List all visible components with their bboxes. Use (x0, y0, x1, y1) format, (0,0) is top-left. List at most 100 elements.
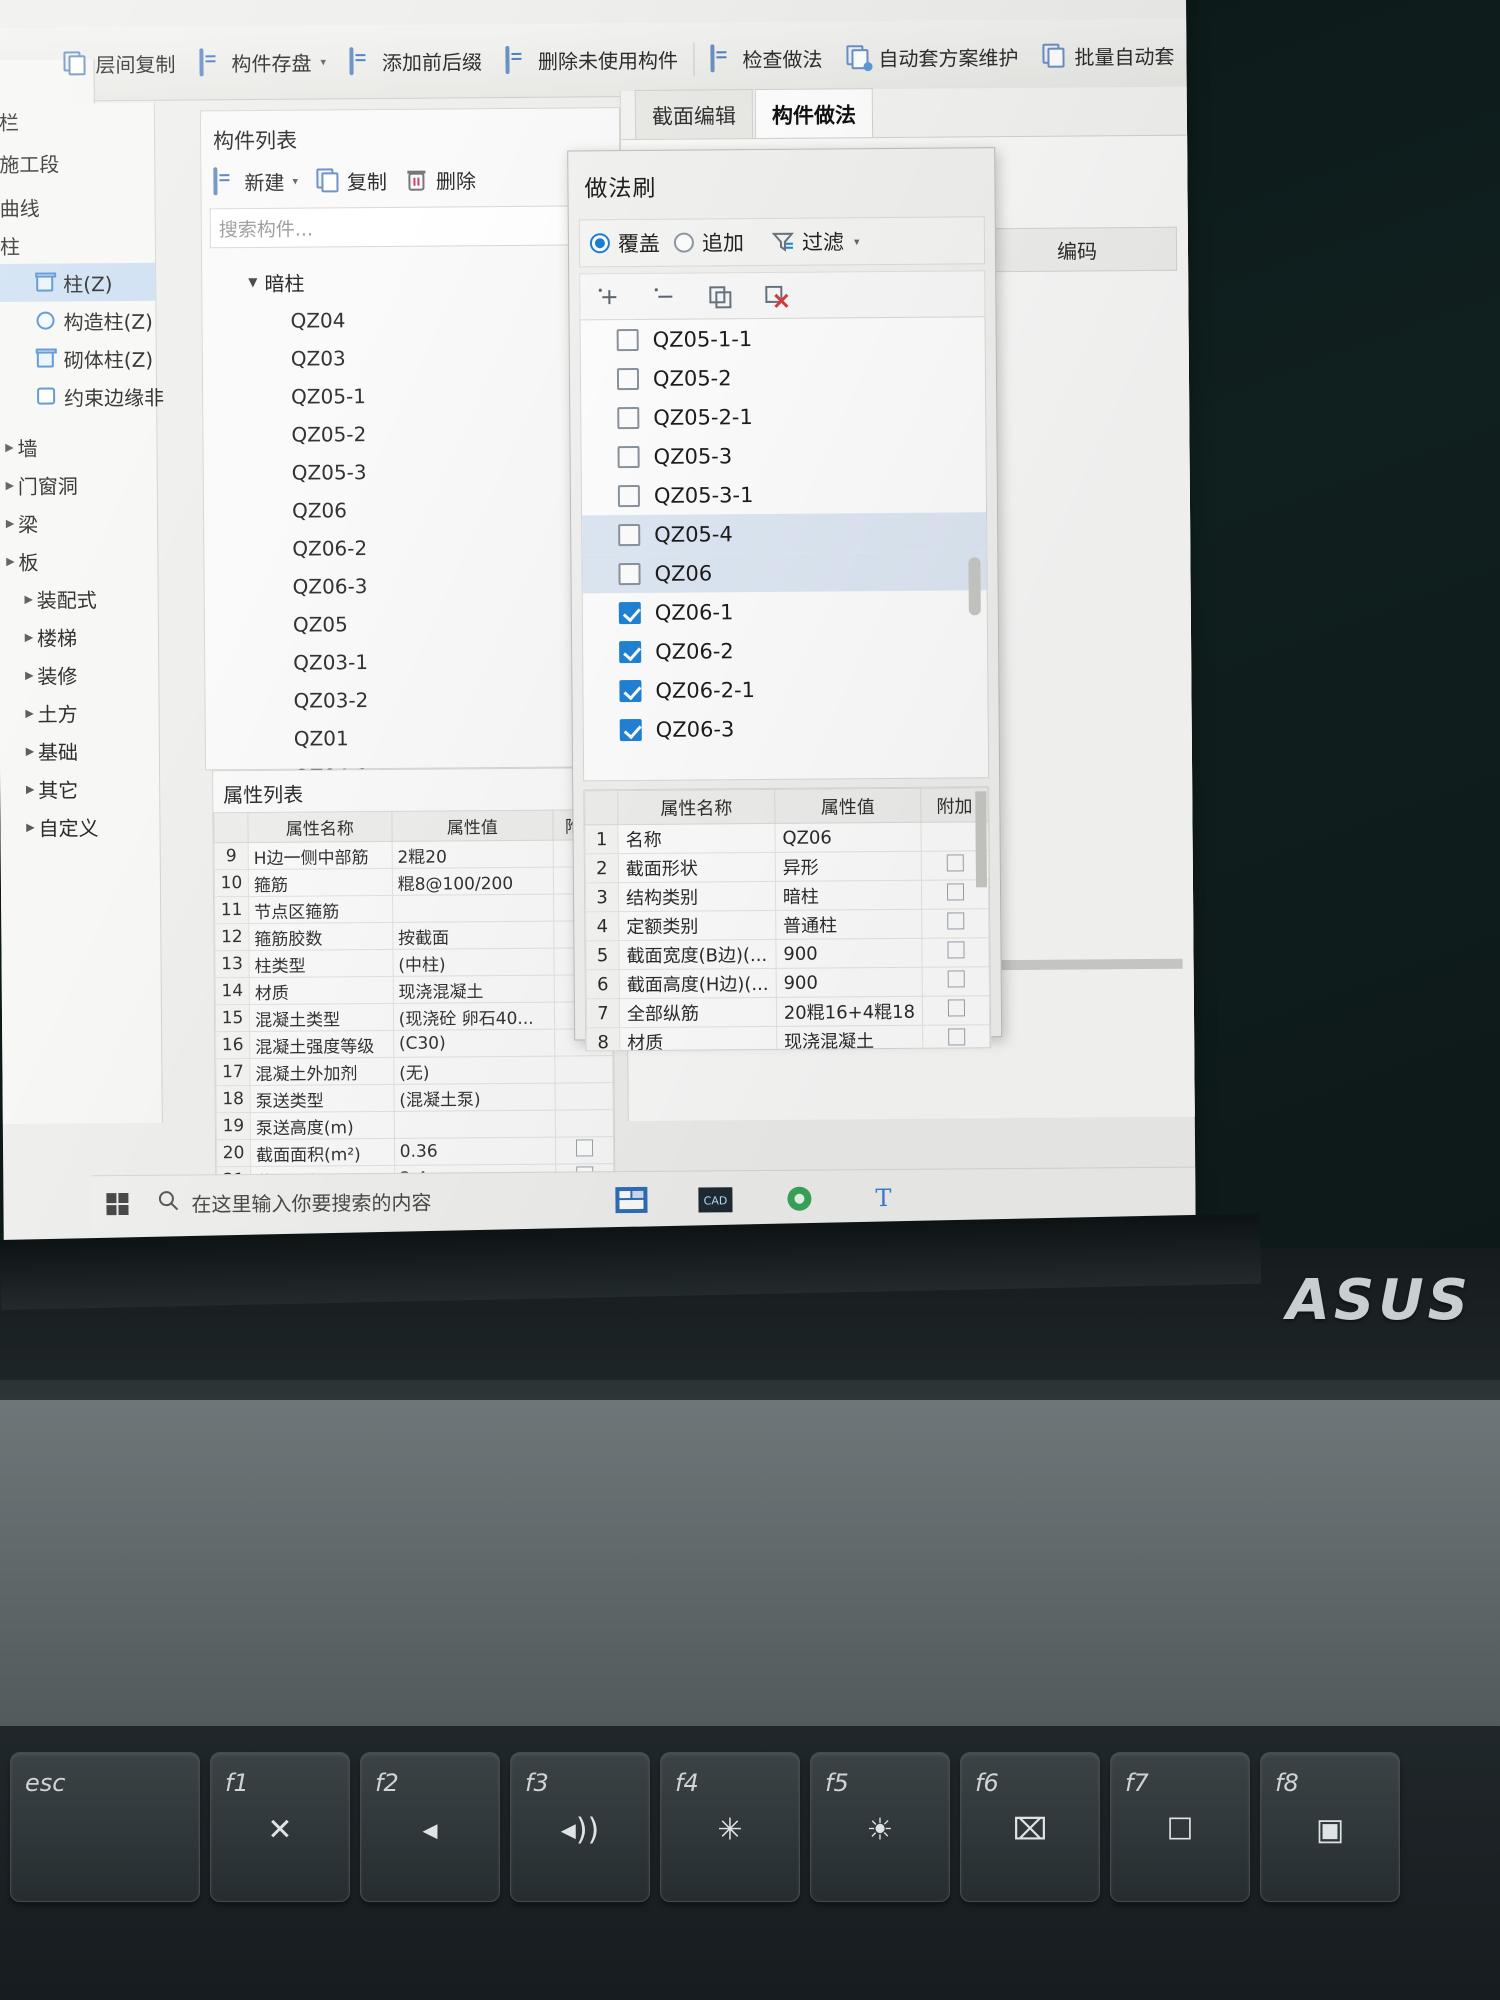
property-value[interactable]: 现浇混凝土 (776, 1025, 923, 1052)
list-item[interactable]: QZ05-3 (204, 451, 622, 492)
checkbox[interactable] (946, 883, 964, 901)
copy-component-button[interactable]: 复制 (315, 166, 387, 196)
property-value[interactable]: 2䊐20 (391, 840, 554, 869)
key-f5[interactable]: f5 ☀ (810, 1752, 950, 1902)
property-value[interactable]: 0.36 (394, 1137, 556, 1166)
ribbon-item-affix[interactable]: 添加前后缀 (338, 38, 494, 85)
sidebar-group-decoration[interactable]: ▶ 装修 (0, 655, 158, 694)
radio-append[interactable]: 追加 (673, 227, 744, 258)
property-value[interactable]: 现浇混凝土 (392, 975, 555, 1004)
sidebar-group-custom[interactable]: ▶ 自定义 (0, 807, 159, 846)
property-value[interactable]: (无) (393, 1056, 556, 1085)
nav-clipped-2[interactable]: 曲线 (0, 187, 155, 226)
checkbox[interactable] (619, 640, 642, 663)
list-item[interactable]: QZ03 (203, 337, 621, 378)
attach-cell[interactable] (921, 908, 989, 939)
checkbox[interactable] (618, 523, 641, 546)
app-text-icon[interactable]: T (863, 1180, 903, 1214)
key-f7[interactable]: f7 ☐ (1110, 1752, 1250, 1902)
chevron-right-icon[interactable]: ▶ (22, 820, 38, 833)
chevron-down-icon[interactable]: ▼ (248, 275, 257, 289)
checkbox[interactable] (946, 854, 964, 872)
table-row[interactable]: 4 定额类别 普通柱 (585, 908, 989, 941)
checklist-item[interactable]: QZ05-4 (582, 512, 987, 555)
checkbox[interactable] (947, 1028, 965, 1046)
sidebar-group-foundation[interactable]: ▶ 基础 (0, 731, 159, 770)
attach-cell[interactable] (922, 1024, 990, 1052)
sidebar-group-earthwork[interactable]: ▶ 土方 (0, 693, 159, 732)
filter-button[interactable]: 过滤 ▾ (771, 226, 860, 257)
nav-clipped-0[interactable]: 栏 (0, 103, 154, 138)
checkbox[interactable] (946, 912, 964, 930)
checklist-item[interactable]: QZ06-3 (584, 707, 988, 749)
taskbar-search[interactable]: 在这里输入你要搜索的内容 (157, 1187, 432, 1218)
table-row[interactable]: 2 截面形状 异形 (585, 850, 989, 883)
table-row[interactable]: 7 全部纵筋 20䊐16+4䊐18 (586, 995, 990, 1028)
table-row[interactable]: 8 材质 现浇混凝土 (586, 1024, 990, 1052)
chevron-right-icon[interactable]: ▶ (22, 744, 38, 757)
sidebar-item-column[interactable]: 柱(Z) (0, 262, 156, 302)
checkbox[interactable] (947, 999, 965, 1017)
checkbox[interactable] (946, 941, 965, 959)
checklist-item[interactable]: QZ05-3-1 (582, 473, 986, 515)
property-value[interactable]: (现浇砼 卵石40... (393, 1002, 555, 1031)
checklist-item[interactable]: QZ06-1 (583, 590, 987, 632)
checklist-item[interactable]: QZ06-2-1 (583, 668, 987, 710)
checkbox[interactable] (617, 445, 640, 468)
property-value[interactable]: QZ06 (774, 822, 922, 853)
property-value[interactable]: 䊐8@100/200 (392, 867, 554, 896)
checkbox[interactable] (575, 1139, 594, 1157)
attach-cell[interactable] (554, 1055, 614, 1084)
table-row[interactable]: 17 混凝土外加剂 (无) (215, 1055, 614, 1086)
sidebar-group-slab[interactable]: ▶ 板 (0, 541, 158, 580)
list-item[interactable]: QZ04 (202, 299, 620, 340)
table-row[interactable]: 9 H边一侧中部筋 2䊐20 (214, 839, 612, 870)
radio-overwrite[interactable]: 覆盖 (589, 228, 660, 259)
ribbon-item-batch-auto[interactable]: 批量自动套 (1030, 32, 1186, 79)
attach-cell[interactable] (922, 966, 990, 997)
property-value[interactable]: (C30) (393, 1029, 555, 1058)
table-row[interactable]: 18 泵送类型 (混凝土泵) (216, 1082, 614, 1113)
table-row[interactable]: 13 柱类型 (中柱) (214, 947, 613, 978)
app-cad-icon[interactable]: CAD (695, 1182, 735, 1216)
property-value[interactable]: 900 (775, 938, 923, 969)
attach-cell[interactable] (555, 1136, 614, 1165)
chevron-down-icon[interactable]: ▾ (854, 235, 860, 248)
chevron-right-icon[interactable]: ▶ (2, 554, 18, 567)
key-f1[interactable]: f1 ✕ (210, 1752, 350, 1902)
windows-start-icon[interactable] (105, 1190, 131, 1216)
nav-clipped-1[interactable]: 施工段 (0, 137, 154, 188)
table-row[interactable]: 14 材质 现浇混凝土 (215, 974, 613, 1005)
sidebar-group-beam[interactable]: ▶ 梁 (0, 503, 157, 542)
chevron-right-icon[interactable]: ▶ (21, 668, 37, 681)
list-item[interactable]: QZ06 (204, 489, 622, 530)
table-row[interactable]: 5 截面宽度(B边)(... 900 (585, 937, 990, 970)
attach-cell[interactable] (555, 1109, 614, 1138)
table-row[interactable]: 12 箍筋胶数 按截面 (214, 920, 612, 951)
app-browser-icon[interactable] (779, 1181, 819, 1215)
table-row[interactable]: 6 截面高度(H边)(... 900 (586, 966, 990, 999)
right-pane-scrollbar[interactable] (992, 958, 1183, 971)
table-row[interactable]: 10 箍筋 䊐8@100/200 (214, 866, 612, 897)
chevron-right-icon[interactable]: ▶ (21, 630, 37, 643)
tab-component-method[interactable]: 构件做法 (754, 88, 874, 139)
attach-cell[interactable] (922, 995, 990, 1026)
checkbox[interactable] (617, 406, 640, 429)
select-all-icon[interactable] (706, 283, 736, 309)
nav-clipped-3[interactable]: 柱 (0, 225, 155, 264)
key-esc[interactable]: esc (10, 1752, 200, 1902)
checklist-item[interactable]: QZ06 (582, 551, 987, 594)
table-row[interactable]: 3 结构类别 暗柱 (585, 879, 989, 912)
property-value[interactable] (392, 894, 554, 923)
key-f8[interactable]: f8 ▣ (1260, 1752, 1400, 1902)
sidebar-group-other[interactable]: ▶ 其它 (0, 769, 159, 808)
table-row[interactable]: 20 截面面积(m²) 0.36 (216, 1136, 614, 1167)
sidebar-item-masonry-column[interactable]: 砌体柱(Z) (0, 339, 156, 378)
expand-all-icon[interactable] (594, 284, 624, 310)
list-item[interactable]: QZ05 (205, 603, 623, 644)
sidebar-item-structural-column[interactable]: 构造柱(Z) (0, 301, 156, 340)
chevron-down-icon[interactable]: ▾ (320, 55, 326, 68)
list-item[interactable]: QZ05-2 (203, 413, 621, 454)
app-excel-icon[interactable] (611, 1182, 651, 1216)
ribbon-item-auto-scheme[interactable]: 自动套方案维护 (834, 33, 1030, 81)
